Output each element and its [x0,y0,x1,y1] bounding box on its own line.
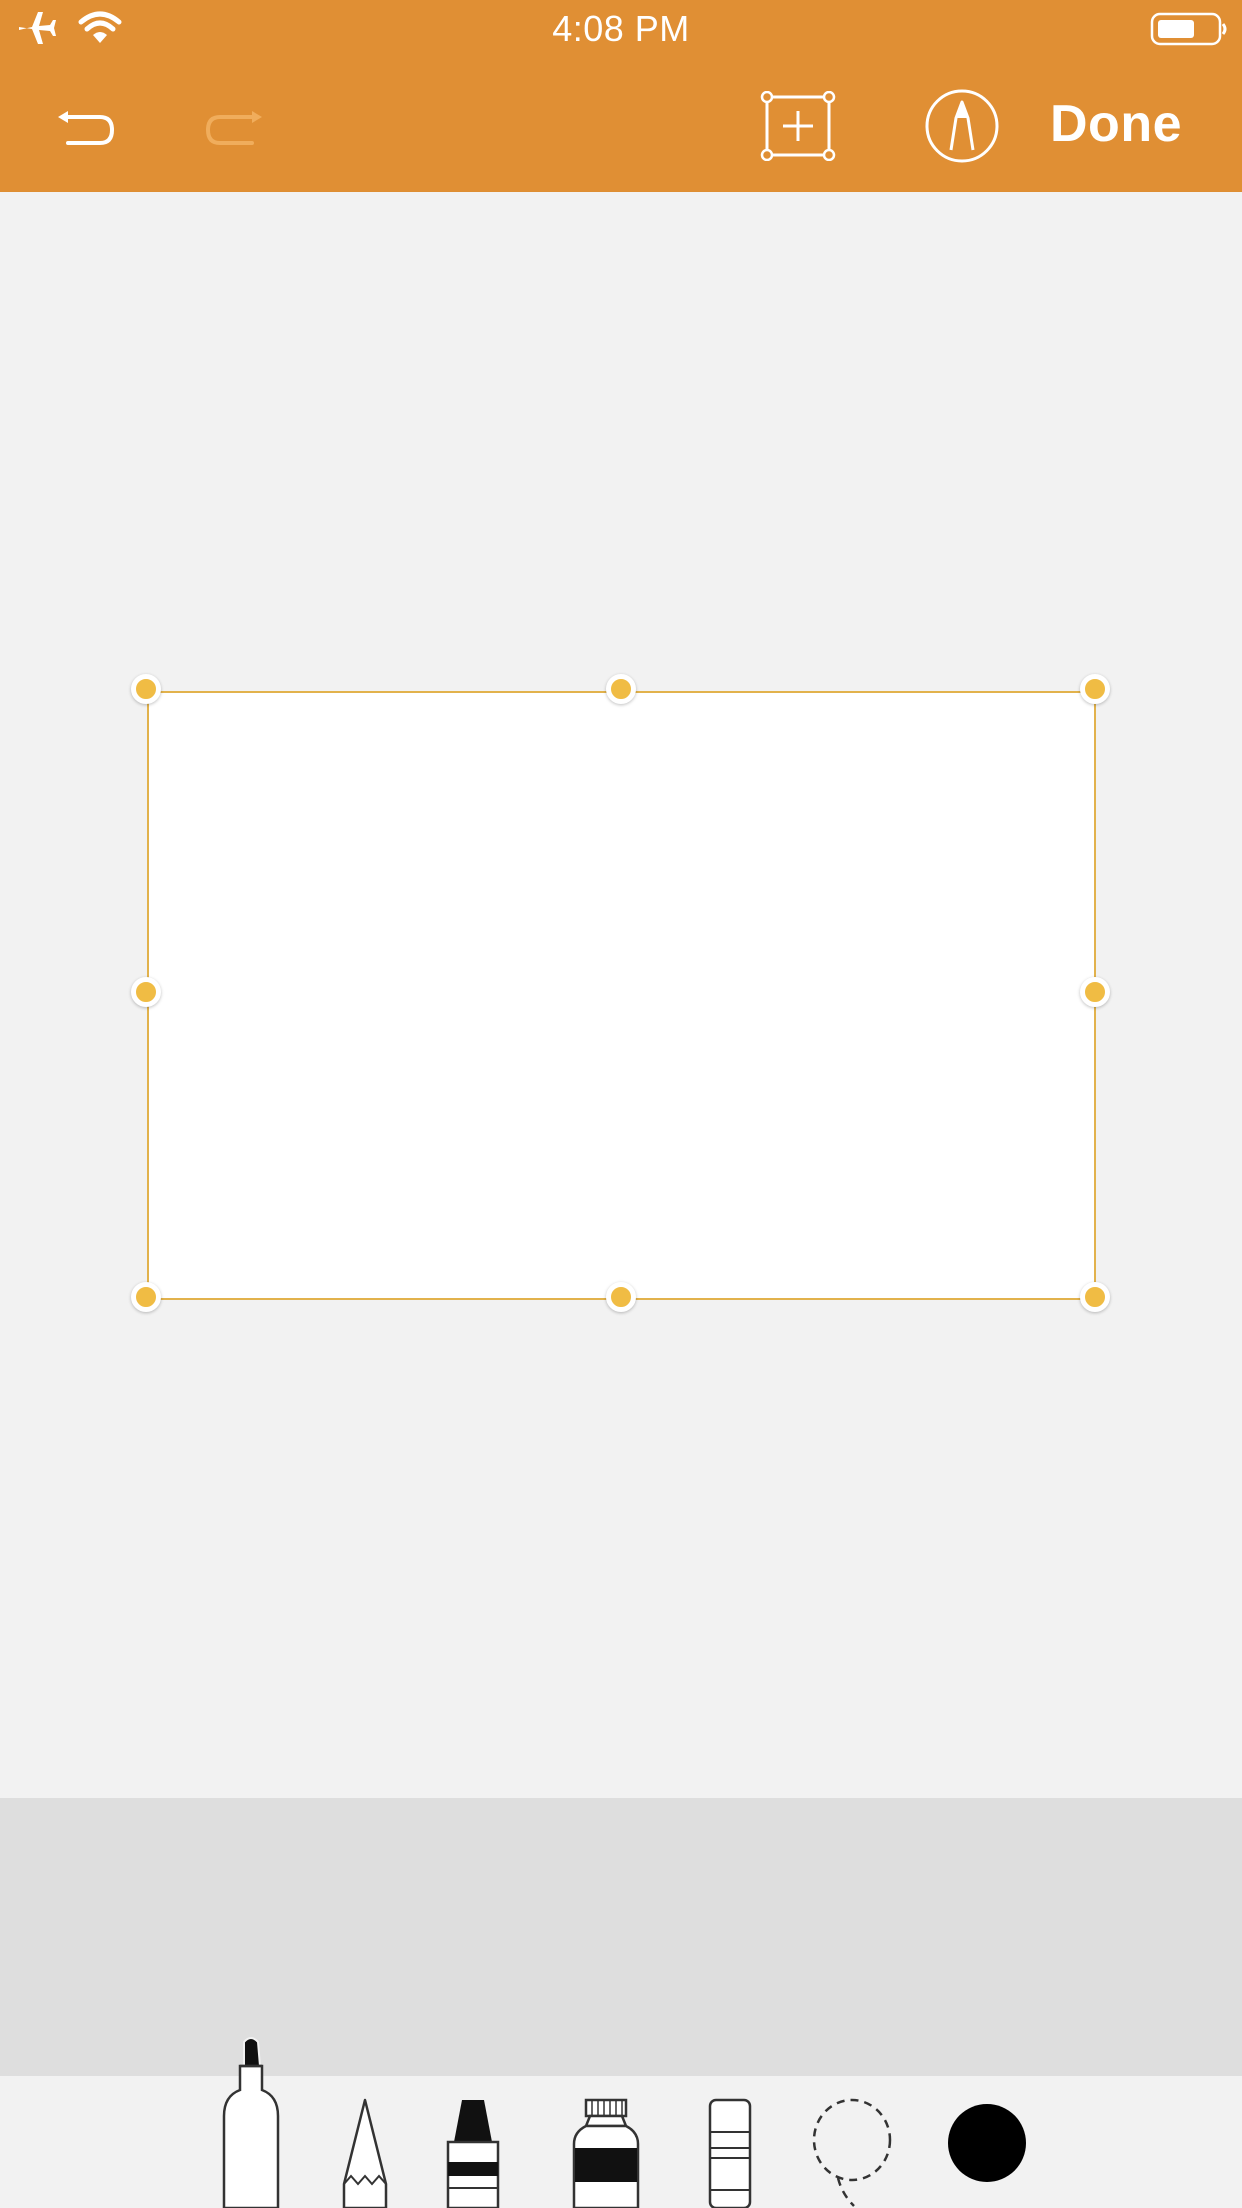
redo-icon [200,97,266,162]
undo-button[interactable] [52,94,122,164]
markup-button[interactable] [924,88,1000,169]
status-time: 4:08 PM [552,8,690,49]
status-right [1150,12,1228,50]
add-frame-button[interactable] [760,90,836,166]
done-button[interactable]: Done [1050,94,1182,154]
add-frame-icon [760,90,836,166]
header: 4:08 PM Done [0,0,1242,192]
lasso-icon [808,2098,896,2208]
marker-icon [218,2037,284,2208]
paint-tube-tool[interactable] [568,2098,644,2208]
resize-handle-bottom-center[interactable] [606,1282,636,1312]
top-toolbar: Done [0,60,1242,192]
resize-handle-middle-left[interactable] [131,977,161,1007]
crayon-icon [444,2100,502,2208]
resize-handle-middle-right[interactable] [1080,977,1110,1007]
redo-button[interactable] [198,94,268,164]
eraser-tool[interactable] [706,2098,754,2208]
battery-icon [1150,11,1228,52]
crayon-tool[interactable] [444,2098,502,2208]
color-picker-button[interactable] [948,2104,1026,2182]
tool-tray [0,1798,1242,2076]
paint-tube-icon [568,2098,644,2208]
resize-handle-bottom-right[interactable] [1080,1282,1110,1312]
undo-icon [54,97,120,162]
marker-tool[interactable] [218,2036,284,2208]
resize-handle-top-left[interactable] [131,674,161,704]
pen-circle-icon [924,88,1000,169]
resize-handle-top-right[interactable] [1080,674,1110,704]
drawing-frame[interactable] [147,691,1096,1300]
eraser-icon [706,2098,754,2208]
pencil-tool[interactable] [338,2098,392,2208]
resize-handle-bottom-left[interactable] [131,1282,161,1312]
drawing-screen: 4:08 PM Done [0,0,1242,2208]
pencil-icon [338,2098,392,2208]
status-bar: 4:08 PM [0,0,1242,60]
resize-handle-top-center[interactable] [606,674,636,704]
lasso-tool[interactable] [808,2098,896,2208]
